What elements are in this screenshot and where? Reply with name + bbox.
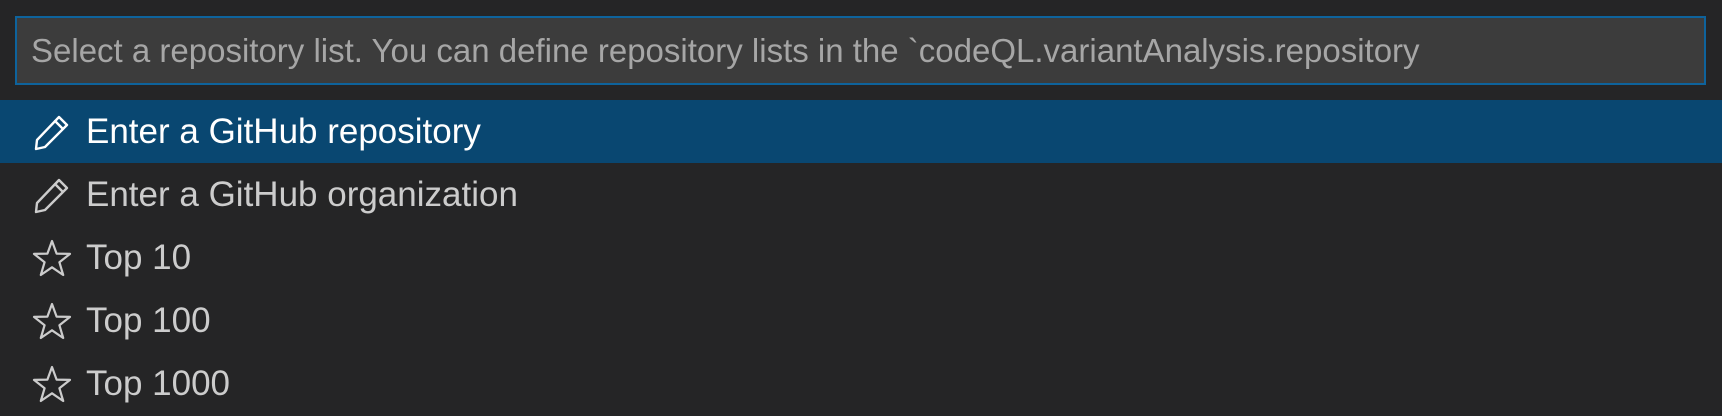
list-item-label: Top 1000: [86, 363, 231, 403]
list-item-enter-github-organization[interactable]: Enter a GitHub organization: [0, 163, 1722, 226]
quick-pick-panel: Enter a GitHub repository Enter a GitHub…: [0, 0, 1722, 416]
search-input-box[interactable]: [15, 16, 1706, 85]
list-item-label: Top 10: [86, 237, 192, 277]
quick-pick-list: Enter a GitHub repository Enter a GitHub…: [0, 100, 1722, 415]
list-item-enter-github-repository[interactable]: Enter a GitHub repository: [0, 100, 1722, 163]
list-item-top-10[interactable]: Top 10: [0, 226, 1722, 289]
star-icon: [32, 301, 72, 341]
search-input[interactable]: [17, 18, 1704, 83]
list-item-label: Top 100: [86, 300, 211, 340]
star-icon: [32, 238, 72, 278]
pencil-icon: [32, 112, 72, 152]
list-item-label: Enter a GitHub repository: [86, 111, 481, 151]
star-icon: [32, 364, 72, 404]
list-item-top-1000[interactable]: Top 1000: [0, 352, 1722, 415]
pencil-icon: [32, 175, 72, 215]
list-item-label: Enter a GitHub organization: [86, 174, 518, 214]
list-item-top-100[interactable]: Top 100: [0, 289, 1722, 352]
